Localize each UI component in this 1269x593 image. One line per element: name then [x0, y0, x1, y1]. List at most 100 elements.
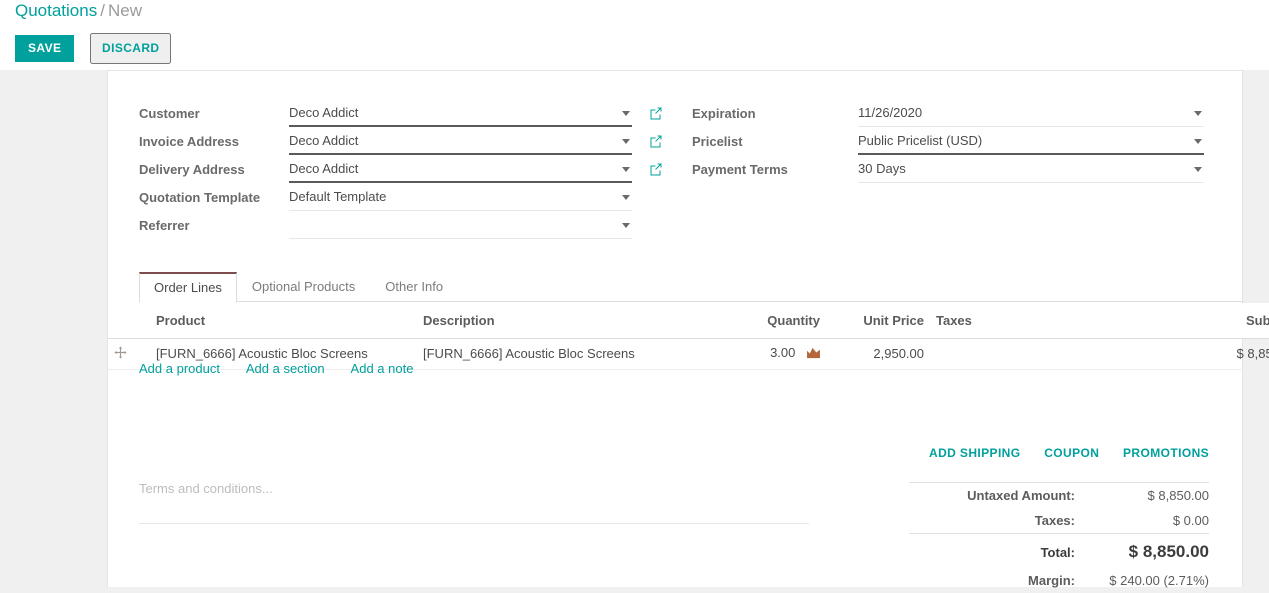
- column-header-description[interactable]: Description: [417, 303, 704, 339]
- field-value-payment-terms: 30 Days: [858, 161, 906, 176]
- field-label-delivery-address: Delivery Address: [139, 162, 245, 177]
- field-underline: [858, 126, 1204, 127]
- field-value-expiration: 11/26/2020: [858, 105, 923, 120]
- totals-value-untaxed: $ 8,850.00: [1089, 482, 1209, 508]
- field-delivery-address: Delivery Address Deco Addict: [139, 158, 664, 186]
- breadcrumb-quotations-link[interactable]: Quotations: [15, 1, 97, 20]
- totals-label-total: Total:: [909, 533, 1089, 568]
- chevron-down-icon[interactable]: [622, 111, 630, 116]
- add-a-note-link[interactable]: Add a note: [351, 361, 414, 376]
- chevron-down-icon[interactable]: [1194, 111, 1202, 116]
- control-panel: Quotations / New SAVE DISCARD: [0, 0, 1269, 70]
- drag-handle-icon[interactable]: [114, 345, 127, 361]
- forecast-chart-icon[interactable]: [807, 347, 820, 362]
- add-a-product-link[interactable]: Add a product: [139, 361, 220, 376]
- cell-quantity[interactable]: 3.00: [704, 338, 826, 370]
- field-underline: [289, 181, 632, 183]
- chevron-down-icon[interactable]: [622, 195, 630, 200]
- field-value-customer: Deco Addict: [289, 105, 359, 120]
- field-label-pricelist: Pricelist: [692, 134, 743, 149]
- totals-row-total: Total: $ 8,850.00: [909, 533, 1209, 568]
- field-input-delivery-address[interactable]: Deco Addict: [289, 158, 632, 183]
- breadcrumb-current: New: [107, 1, 142, 20]
- field-underline: [289, 238, 632, 239]
- cell-description[interactable]: [FURN_6666] Acoustic Bloc Screens: [417, 338, 704, 370]
- column-header-unit-price[interactable]: Unit Price: [826, 303, 930, 339]
- totals-value-taxes: $ 0.00: [1172, 513, 1209, 528]
- field-label-quotation-template: Quotation Template: [139, 190, 261, 205]
- totals-row-margin: Margin: $ 240.00 (2.71%): [909, 568, 1209, 593]
- form-column-right: Expiration 11/26/2020 Pricelist Public P…: [692, 102, 1204, 186]
- field-input-referrer[interactable]: [289, 214, 632, 239]
- form-column-left: Customer Deco Addict Invoice Address Dec…: [139, 102, 664, 242]
- promotions-button[interactable]: PROMOTIONS: [1123, 446, 1209, 460]
- totals-label-taxes: Taxes:: [1034, 513, 1075, 528]
- totals-label-untaxed: Untaxed Amount:: [909, 482, 1089, 508]
- field-underline: [858, 182, 1204, 183]
- table-header-row: Product Description Quantity Unit Price …: [108, 303, 1269, 339]
- field-expiration: Expiration 11/26/2020: [692, 102, 1204, 130]
- totals-value-margin: $ 240.00 (2.71%): [1109, 573, 1209, 588]
- totals-label-margin: Margin:: [1028, 573, 1075, 588]
- field-value-pricelist: Public Pricelist (USD): [858, 133, 983, 148]
- field-pricelist: Pricelist Public Pricelist (USD): [692, 130, 1204, 158]
- totals-action-links: ADD SHIPPING COUPON PROMOTIONS: [909, 446, 1209, 482]
- field-value-quotation-template: Default Template: [289, 189, 387, 204]
- field-customer: Customer Deco Addict: [139, 102, 664, 130]
- chevron-down-icon[interactable]: [622, 167, 630, 172]
- field-label-payment-terms: Payment Terms: [692, 162, 788, 177]
- form-sheet: Customer Deco Addict Invoice Address Dec…: [107, 70, 1269, 588]
- terms-and-conditions[interactable]: Terms and conditions...: [139, 481, 809, 524]
- column-header-taxes[interactable]: Taxes: [930, 303, 1157, 339]
- terms-placeholder: Terms and conditions...: [139, 481, 273, 496]
- totals-row-untaxed: Untaxed Amount: $ 8,850.00: [909, 482, 1209, 508]
- chevron-down-icon[interactable]: [1194, 139, 1202, 144]
- field-underline: [858, 153, 1204, 155]
- action-buttons: SAVE DISCARD: [15, 33, 172, 64]
- notebook: Order Lines Optional Products Other Info: [108, 272, 1244, 303]
- cell-subtotal: $ 8,850.00: [1157, 338, 1269, 370]
- column-header-quantity[interactable]: Quantity: [704, 303, 826, 339]
- field-underline: [289, 125, 632, 127]
- field-payment-terms: Payment Terms 30 Days: [692, 158, 1204, 186]
- field-input-expiration[interactable]: 11/26/2020: [858, 102, 1204, 127]
- field-input-payment-terms[interactable]: 30 Days: [858, 158, 1204, 183]
- add-a-section-link[interactable]: Add a section: [246, 361, 325, 376]
- tab-other-info[interactable]: Other Info: [370, 272, 458, 303]
- column-header-handle: [108, 303, 150, 339]
- field-input-invoice-address[interactable]: Deco Addict: [289, 130, 632, 155]
- external-link-icon-customer[interactable]: [649, 106, 663, 120]
- cell-taxes[interactable]: [930, 338, 1157, 370]
- field-invoice-address: Invoice Address Deco Addict: [139, 130, 664, 158]
- totals-panel: ADD SHIPPING COUPON PROMOTIONS Untaxed A…: [909, 446, 1209, 593]
- field-value-invoice-address: Deco Addict: [289, 133, 359, 148]
- field-input-customer[interactable]: Deco Addict: [289, 102, 632, 127]
- field-underline: [289, 153, 632, 155]
- tab-bar: Order Lines Optional Products Other Info: [139, 272, 1244, 303]
- field-referrer: Referrer: [139, 214, 664, 242]
- column-header-product[interactable]: Product: [150, 303, 417, 339]
- totals-table: Untaxed Amount: $ 8,850.00 Taxes: $ 0.00…: [909, 482, 1209, 593]
- terms-underline: [139, 523, 809, 524]
- totals-value-total: $ 8,850.00: [1089, 533, 1209, 568]
- add-line-links: Add a product Add a section Add a note: [139, 361, 436, 376]
- add-shipping-button[interactable]: ADD SHIPPING: [929, 446, 1020, 460]
- discard-button[interactable]: DISCARD: [90, 33, 172, 64]
- tab-optional-products[interactable]: Optional Products: [237, 272, 370, 303]
- coupon-button[interactable]: COUPON: [1044, 446, 1099, 460]
- chevron-down-icon[interactable]: [622, 139, 630, 144]
- field-label-referrer: Referrer: [139, 218, 190, 233]
- order-lines-table: Product Description Quantity Unit Price …: [108, 303, 1269, 370]
- chevron-down-icon[interactable]: [622, 223, 630, 228]
- tab-order-lines[interactable]: Order Lines: [139, 272, 237, 303]
- save-button[interactable]: SAVE: [15, 35, 75, 62]
- field-input-pricelist[interactable]: Public Pricelist (USD): [858, 130, 1204, 155]
- chevron-down-icon[interactable]: [1194, 167, 1202, 172]
- column-header-subtotal[interactable]: Subtotal: [1157, 303, 1269, 339]
- field-input-quotation-template[interactable]: Default Template: [289, 186, 632, 211]
- field-label-customer: Customer: [139, 106, 200, 121]
- cell-unit-price[interactable]: 2,950.00: [826, 338, 930, 370]
- breadcrumb-separator: /: [100, 1, 105, 20]
- external-link-icon-invoice-address[interactable]: [649, 134, 663, 148]
- external-link-icon-delivery-address[interactable]: [649, 162, 663, 176]
